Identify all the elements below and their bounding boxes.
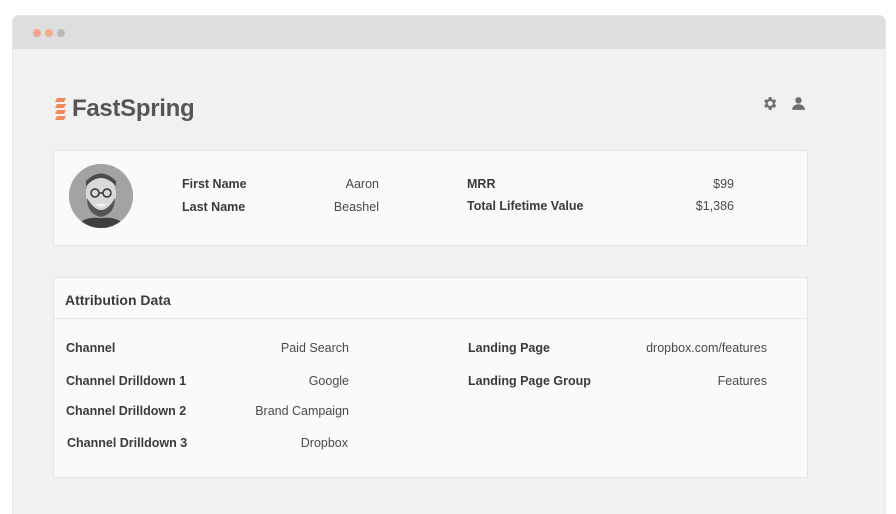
channel-drilldown-1-value: Google xyxy=(308,374,349,388)
logo-wordmark: FastSpring xyxy=(72,95,195,123)
window-titlebar xyxy=(13,16,885,49)
attribution-card-title: Attribution Data xyxy=(65,292,171,308)
mrr-label: MRR xyxy=(467,177,496,191)
first-name-value: Aaron xyxy=(345,177,379,191)
ltv-value: $1,386 xyxy=(695,199,734,213)
user-icon[interactable] xyxy=(790,95,807,112)
logo-word-fast: Fast xyxy=(72,95,121,122)
attribution-card-header: Attribution Data xyxy=(54,278,807,319)
channel-label: Channel xyxy=(66,341,116,355)
channel-drilldown-1-label: Channel Drilldown 1 xyxy=(66,374,187,388)
fastspring-logo[interactable]: FastSpring xyxy=(54,94,195,124)
channel-value: Paid Search xyxy=(280,341,349,355)
window-minimize-button[interactable] xyxy=(45,29,53,37)
browser-window: FastSpring First Name Aaron Last Name Be… xyxy=(13,16,885,514)
header-actions xyxy=(761,95,807,112)
fastspring-logo-icon xyxy=(55,98,66,120)
landing-page-value[interactable]: dropbox.com/features xyxy=(614,341,767,355)
channel-drilldown-2-value: Brand Campaign xyxy=(255,404,349,418)
landing-page-label: Landing Page xyxy=(468,341,550,355)
channel-drilldown-2-label: Channel Drilldown 2 xyxy=(66,404,187,418)
gear-icon[interactable] xyxy=(761,95,778,112)
app-content: FastSpring First Name Aaron Last Name Be… xyxy=(13,49,885,514)
ltv-label: Total Lifetime Value xyxy=(467,199,584,213)
landing-page-group-value: Features xyxy=(717,374,767,388)
window-close-button[interactable] xyxy=(33,29,41,37)
avatar xyxy=(69,164,133,228)
last-name-label: Last Name xyxy=(182,200,246,214)
channel-drilldown-3-value: Dropbox xyxy=(300,436,348,450)
window-maximize-button[interactable] xyxy=(57,29,65,37)
mrr-value: $99 xyxy=(713,177,734,191)
attribution-data-card: Attribution Data Channel Paid Search Cha… xyxy=(53,277,808,478)
customer-profile-card: First Name Aaron Last Name Beashel MRR $… xyxy=(53,150,808,246)
landing-page-group-label: Landing Page Group xyxy=(468,374,591,388)
avatar-photo xyxy=(69,164,133,228)
last-name-value: Beashel xyxy=(333,200,379,214)
logo-word-spring: Spring xyxy=(120,95,195,122)
first-name-label: First Name xyxy=(182,177,247,191)
channel-drilldown-3-label: Channel Drilldown 3 xyxy=(67,436,188,450)
